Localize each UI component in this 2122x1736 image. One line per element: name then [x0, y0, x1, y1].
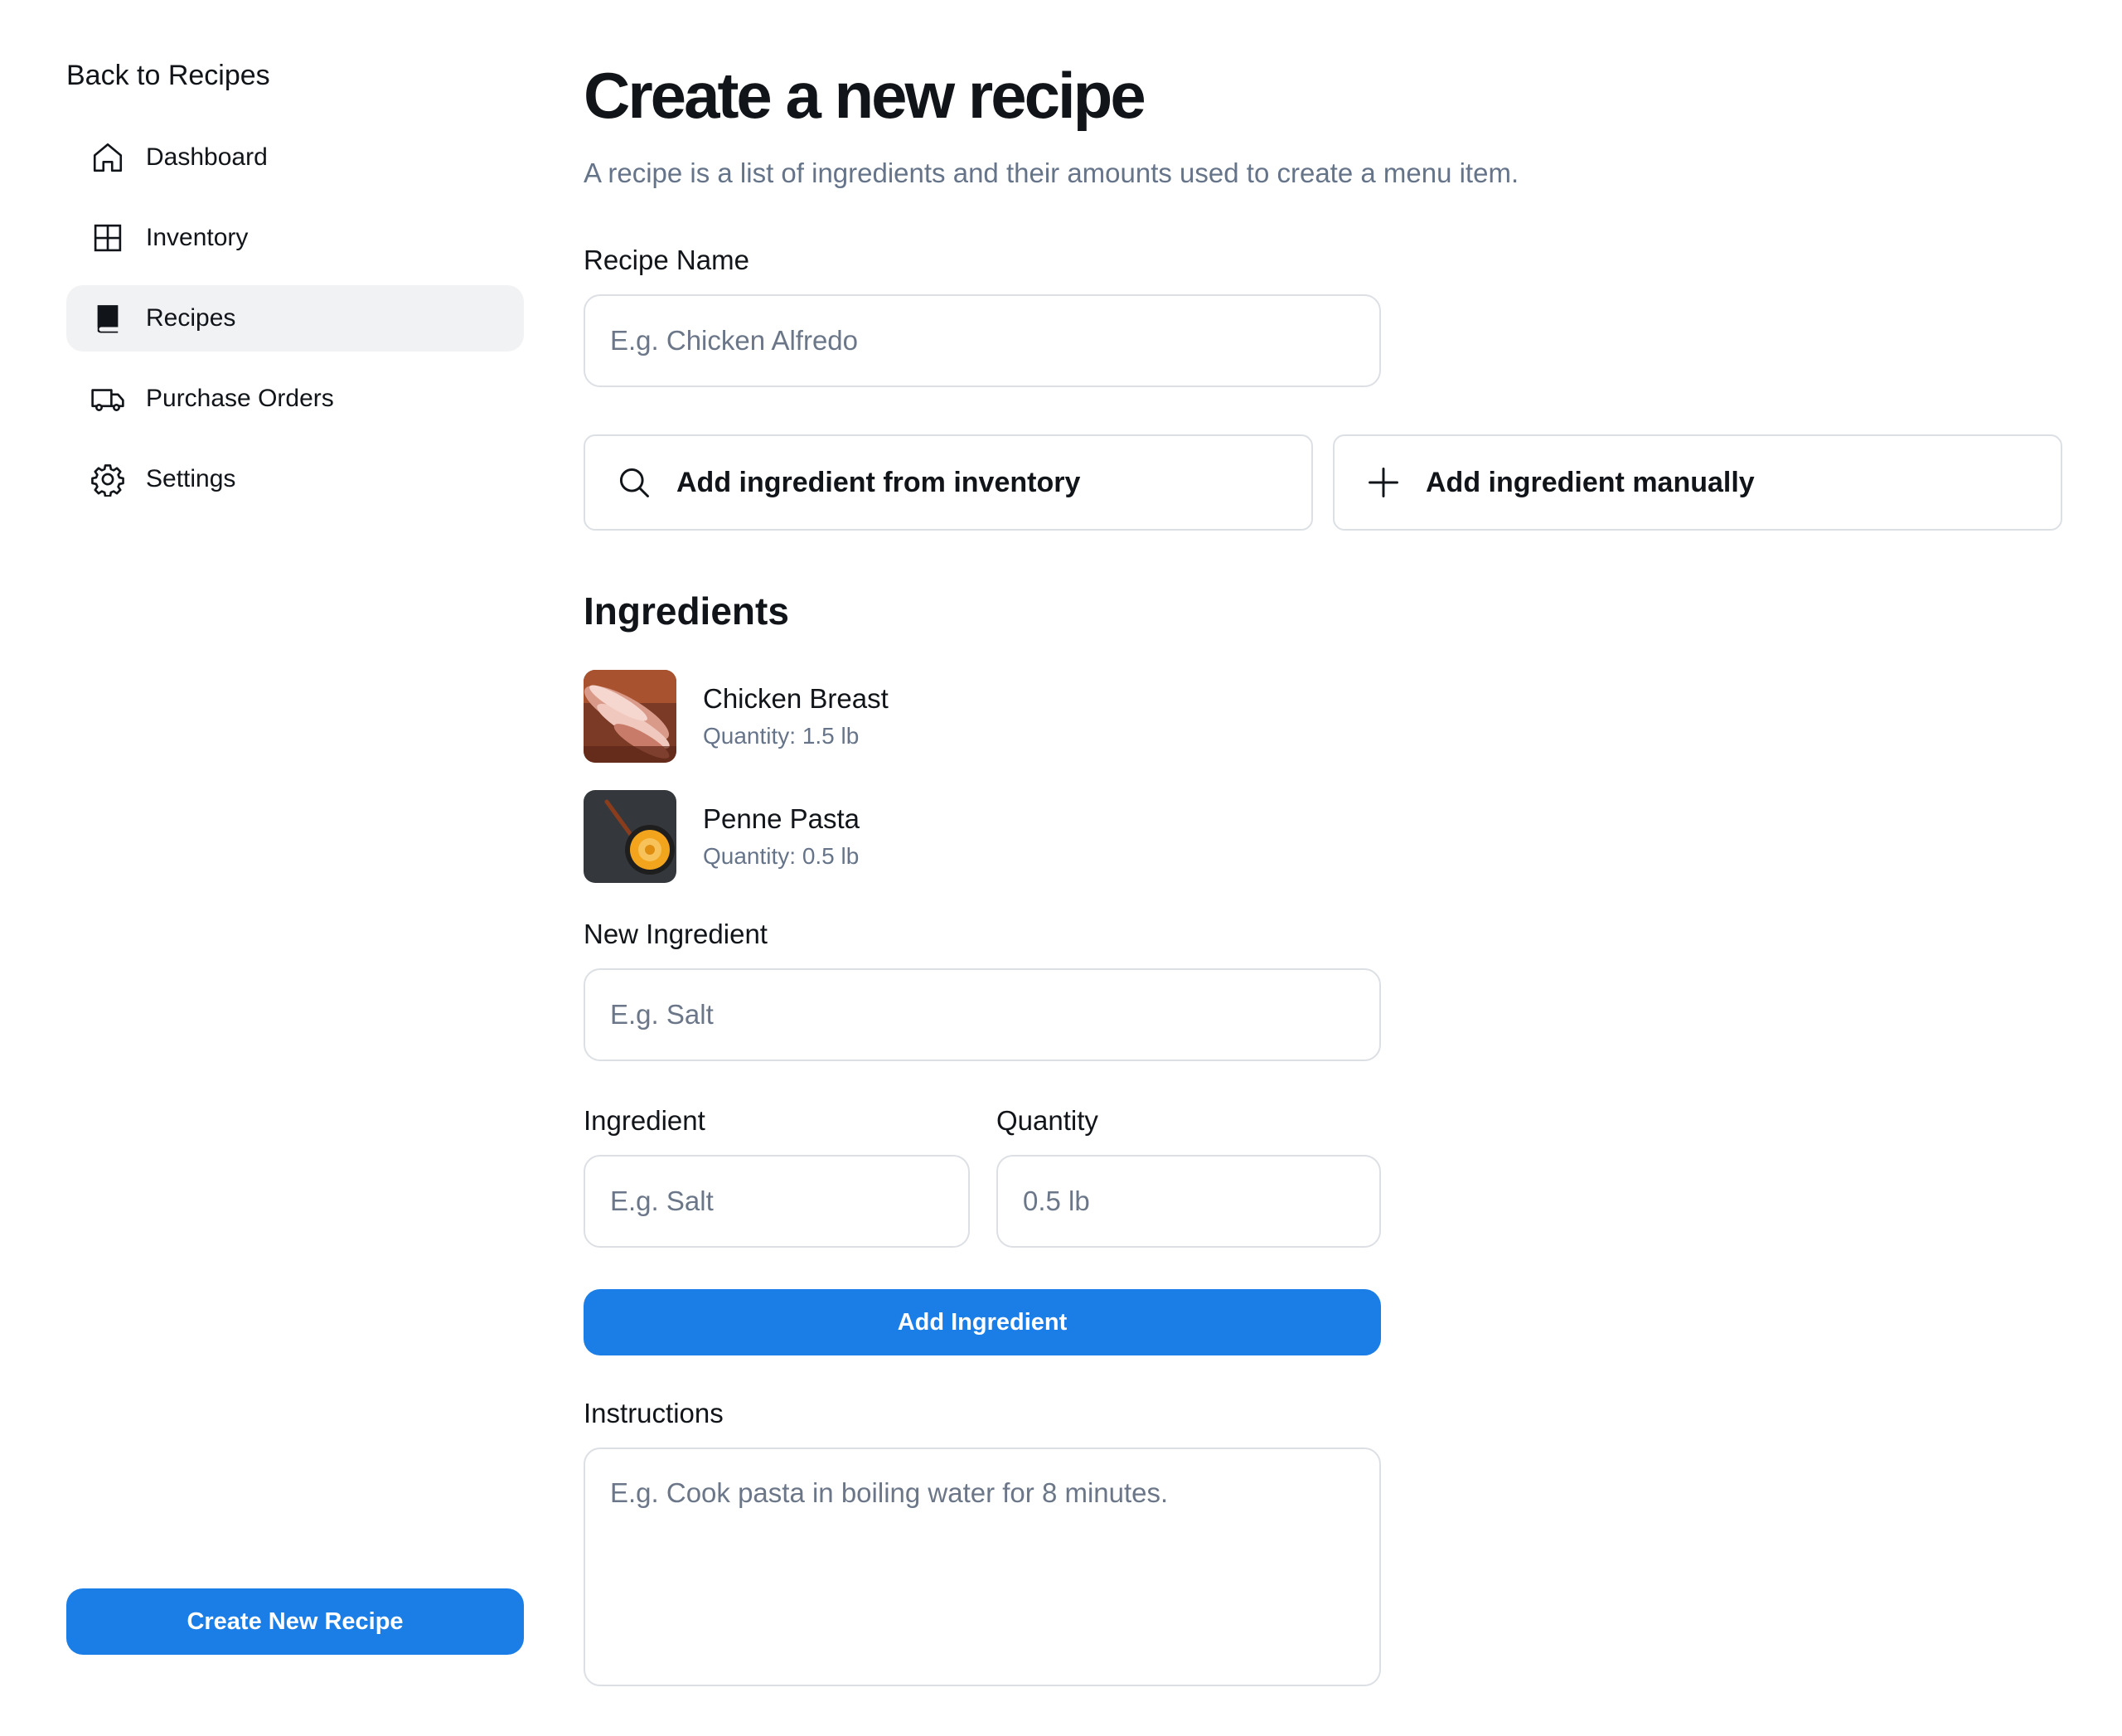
- add-manually-label: Add ingredient manually: [1426, 466, 1755, 498]
- page-title: Create a new recipe: [584, 59, 1146, 132]
- ingredients-heading: Ingredients: [584, 589, 789, 633]
- gear-icon: [90, 461, 126, 497]
- list-item: Penne Pasta Quantity: 0.5 lb: [584, 790, 860, 883]
- sidebar-item-dashboard[interactable]: Dashboard: [66, 124, 524, 191]
- penne-pasta-image: [584, 790, 676, 883]
- search-icon: [615, 463, 653, 502]
- plus-icon: [1364, 463, 1403, 502]
- add-from-inventory-label: Add ingredient from inventory: [676, 466, 1081, 498]
- home-icon: [90, 139, 126, 176]
- recipe-name-input[interactable]: [584, 294, 1381, 387]
- sidebar-item-label: Dashboard: [146, 143, 268, 171]
- add-ingredient-button[interactable]: Add Ingredient: [584, 1289, 1381, 1355]
- truck-icon: [90, 381, 126, 417]
- sidebar-item-recipes[interactable]: Recipes: [66, 285, 524, 352]
- grid-icon: [90, 220, 126, 256]
- new-ingredient-input[interactable]: [584, 968, 1381, 1061]
- ingredient-label: Ingredient: [584, 1105, 705, 1136]
- quantity-input[interactable]: [996, 1155, 1381, 1248]
- ingredient-input[interactable]: [584, 1155, 970, 1248]
- sidebar-item-label: Inventory: [146, 224, 249, 251]
- sidebar-item-label: Settings: [146, 465, 236, 492]
- recipe-name-label: Recipe Name: [584, 245, 749, 275]
- create-new-recipe-button[interactable]: Create New Recipe: [66, 1588, 524, 1655]
- quantity-label: Quantity: [996, 1105, 1098, 1136]
- sidebar: Back to Recipes Dashboard Inventory Reci…: [66, 0, 524, 1736]
- instructions-textarea[interactable]: [584, 1447, 1381, 1686]
- sidebar-item-label: Purchase Orders: [146, 385, 334, 412]
- add-manually-button[interactable]: Add ingredient manually: [1333, 434, 2062, 531]
- instructions-label: Instructions: [584, 1398, 724, 1428]
- book-icon: [90, 300, 126, 337]
- page-subtitle: A recipe is a list of ingredients and th…: [584, 158, 1519, 188]
- sidebar-item-inventory[interactable]: Inventory: [66, 205, 524, 271]
- ingredient-quantity: Quantity: 0.5 lb: [703, 843, 860, 869]
- back-to-recipes-link[interactable]: Back to Recipes: [66, 60, 270, 92]
- ingredient-name: Penne Pasta: [703, 803, 860, 834]
- sidebar-nav: Dashboard Inventory Recipes Purchase Ord…: [66, 124, 524, 526]
- chicken-breast-image: [584, 670, 676, 763]
- ingredient-name: Chicken Breast: [703, 683, 889, 714]
- sidebar-item-settings[interactable]: Settings: [66, 446, 524, 512]
- sidebar-item-purchase-orders[interactable]: Purchase Orders: [66, 366, 524, 432]
- list-item: Chicken Breast Quantity: 1.5 lb: [584, 670, 889, 763]
- ingredient-quantity: Quantity: 1.5 lb: [703, 723, 860, 749]
- app-page: Back to Recipes Dashboard Inventory Reci…: [0, 0, 2122, 1736]
- sidebar-item-label: Recipes: [146, 304, 236, 332]
- add-from-inventory-button[interactable]: Add ingredient from inventory: [584, 434, 1313, 531]
- new-ingredient-label: New Ingredient: [584, 919, 768, 949]
